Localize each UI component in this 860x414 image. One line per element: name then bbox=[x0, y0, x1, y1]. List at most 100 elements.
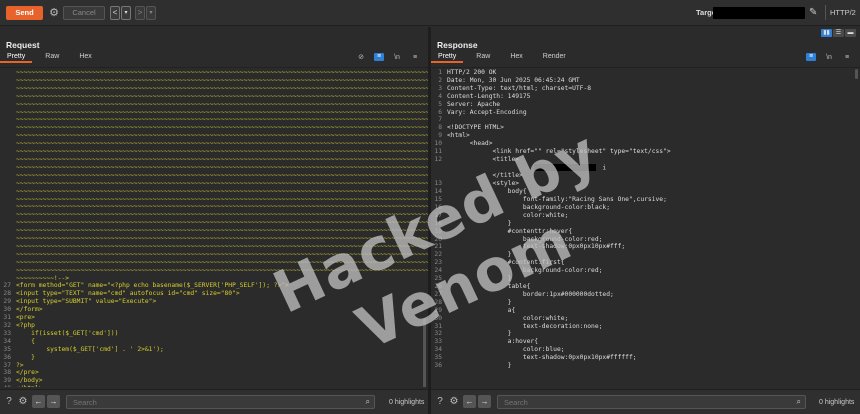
code-text: ~~~~~~~~~~~~~~~~~~~~~~~~~~~~~~~~~~~~~~~~… bbox=[16, 195, 428, 203]
line-number: 12 bbox=[434, 155, 442, 163]
code-line: 14 body{ bbox=[431, 188, 671, 196]
code-text: } bbox=[447, 251, 512, 259]
search-icon[interactable]: ⌕ bbox=[366, 397, 370, 407]
code-text: </body> bbox=[16, 377, 43, 385]
request-editor[interactable]: ~~~~~~~~~~~~~~~~~~~~~~~~~~~~~~~~~~~~~~~~… bbox=[0, 67, 428, 387]
code-text: ~~~~~~~~~~~~~~~~~~~~~~~~~~~~~~~~~~~~~~~~… bbox=[16, 116, 428, 124]
code-text: ~~~~~~~~~~~~~~~~~~~~~~~~~~~~~~~~~~~~~~~~… bbox=[16, 242, 428, 250]
code-text: ~~~~~~~~~~~~~~~~~~~~~~~~~~~~~~~~~~~~~~~~… bbox=[16, 108, 428, 116]
line-number: 37 bbox=[3, 361, 11, 369]
code-text: ~~~~~~~~~~~~~~~~~~~~~~~~~~~~~~~~~~~~~~~~… bbox=[16, 163, 428, 171]
code-text: a{ bbox=[447, 306, 516, 314]
code-line: ~~~~~~~~~~~~~~~~~~~~~~~~~~~~~~~~~~~~~~~~… bbox=[0, 267, 428, 275]
response-code[interactable]: 1 HTTP/2 200 OK 2 Date: Mon, 30 Jun 2025 06… bbox=[431, 69, 671, 370]
request-pane: Request Pretty Raw Hex ⊘ ≡ \n ≡ ~~~~~~~~… bbox=[0, 27, 428, 387]
code-line: 26 table{ bbox=[431, 283, 671, 291]
back-dropdown[interactable]: ▾ bbox=[121, 6, 131, 20]
menu-icon[interactable]: ≡ bbox=[410, 54, 420, 61]
code-line: 30 color:white; bbox=[431, 315, 671, 323]
search-input-wrap: ⌕ bbox=[66, 395, 375, 409]
request-code[interactable]: ~~~~~~~~~~~~~~~~~~~~~~~~~~~~~~~~~~~~~~~~… bbox=[0, 69, 428, 387]
forward-button[interactable]: > bbox=[135, 6, 145, 20]
line-number: 40 bbox=[0, 385, 11, 387]
back-button[interactable]: < bbox=[110, 6, 120, 20]
code-line: 36 } bbox=[431, 362, 671, 370]
http-version[interactable]: HTTP/2 bbox=[830, 8, 856, 17]
pencil-icon[interactable]: ✎ bbox=[809, 6, 821, 19]
split-horizontal-icon[interactable]: ☰ bbox=[833, 29, 844, 37]
response-editor[interactable]: 1 HTTP/2 200 OK 2 Date: Mon, 30 Jun 2025 06… bbox=[431, 67, 860, 387]
previous-arrow-icon[interactable]: ← bbox=[32, 395, 45, 408]
line-number: 33 bbox=[434, 338, 442, 346]
search-icon[interactable]: ⌕ bbox=[797, 397, 801, 407]
line-number: 10 bbox=[434, 140, 442, 148]
hide-icon[interactable]: ⊘ bbox=[356, 53, 366, 61]
code-text: ~~~~~~~~~~~~~~~~~~~~~~~~~~~~~~~~~~~~~~~~… bbox=[16, 227, 428, 235]
code-line: 34 color:blue; bbox=[431, 346, 671, 354]
split-vertical-icon[interactable]: ▮▮ bbox=[821, 29, 832, 37]
gear-icon[interactable]: ⚙ bbox=[48, 7, 60, 19]
help-icon[interactable]: ? bbox=[3, 396, 15, 408]
layout-toggles: ▮▮ ☰ ▬ bbox=[821, 29, 856, 37]
tab-pretty[interactable]: Pretty bbox=[431, 51, 464, 63]
line-number: 24 bbox=[434, 267, 442, 275]
tab-raw[interactable]: Raw bbox=[469, 51, 497, 63]
newline-icon[interactable]: \n bbox=[824, 54, 834, 61]
code-line: 7 bbox=[431, 116, 671, 124]
single-pane-icon[interactable]: ▬ bbox=[845, 29, 856, 37]
code-line: 32 <?php bbox=[0, 322, 428, 330]
code-line: ~~~~~~~~~~~~~~~~~~~~~~~~~~~~~~~~~~~~~~~~… bbox=[0, 164, 428, 172]
tab-raw[interactable]: Raw bbox=[38, 51, 66, 63]
tab-pretty[interactable]: Pretty bbox=[0, 51, 33, 63]
gear-icon[interactable]: ⚙ bbox=[17, 396, 29, 408]
line-number: 35 bbox=[3, 345, 11, 353]
code-line: ~~~~~~~~~~~~~~~~~~~~~~~~~~~~~~~~~~~~~~~~… bbox=[0, 180, 428, 188]
request-tools: ⊘ ≡ \n ≡ bbox=[356, 53, 420, 61]
code-text: <input type="TEXT" name="cmd" autofocus … bbox=[16, 290, 240, 298]
line-number: 29 bbox=[434, 306, 442, 314]
code-text: font-family:"Racing Sans One",cursive; bbox=[447, 196, 667, 203]
code-text: text-shadow:0px0px10px#ffffff; bbox=[447, 354, 637, 362]
tab-render[interactable]: Render bbox=[536, 51, 573, 63]
code-text: ~~~~~~~~~~~~~~~~~~~~~~~~~~~~~~~~~~~~~~~~… bbox=[16, 250, 428, 258]
code-text: <!DOCTYPE HTML> bbox=[447, 124, 504, 132]
next-arrow-icon[interactable]: → bbox=[47, 395, 60, 408]
line-number: 11 bbox=[434, 148, 442, 156]
wrap-icon[interactable]: ≡ bbox=[806, 53, 816, 61]
request-scrollbar[interactable] bbox=[423, 318, 426, 387]
line-number: 33 bbox=[3, 329, 11, 337]
cancel-button[interactable]: Cancel bbox=[63, 6, 105, 20]
search-input[interactable] bbox=[67, 396, 347, 408]
code-text: Content-Length: 149175 bbox=[447, 92, 531, 100]
tab-hex[interactable]: Hex bbox=[503, 51, 529, 63]
line-number: 35 bbox=[434, 354, 442, 362]
code-text: </title> bbox=[447, 172, 523, 180]
gear-icon[interactable]: ⚙ bbox=[448, 396, 460, 408]
line-number: 23 bbox=[434, 259, 442, 267]
code-text: } bbox=[16, 353, 35, 361]
code-text: </form> bbox=[16, 306, 43, 314]
code-line: 22 } bbox=[431, 251, 671, 259]
redacted-block bbox=[534, 163, 597, 171]
line-number: 38 bbox=[3, 369, 11, 377]
response-scrollbar[interactable] bbox=[855, 69, 858, 79]
help-icon[interactable]: ? bbox=[434, 396, 446, 408]
next-arrow-icon[interactable]: → bbox=[478, 395, 491, 408]
menu-icon[interactable]: ≡ bbox=[842, 54, 852, 61]
line-number: 1 bbox=[438, 69, 442, 76]
target-field[interactable] bbox=[713, 7, 805, 19]
line-number: 9 bbox=[438, 132, 442, 140]
divider bbox=[825, 5, 826, 20]
previous-arrow-icon[interactable]: ← bbox=[463, 395, 476, 408]
wrap-icon[interactable]: ≡ bbox=[374, 53, 384, 61]
send-button[interactable]: Send bbox=[6, 6, 43, 20]
search-input[interactable] bbox=[498, 396, 778, 408]
tab-hex[interactable]: Hex bbox=[72, 51, 98, 63]
forward-dropdown[interactable]: ▾ bbox=[146, 6, 156, 20]
line-number: 6 bbox=[438, 108, 442, 116]
code-line: 17 color:white; bbox=[431, 212, 671, 220]
newline-icon[interactable]: \n bbox=[392, 54, 402, 61]
line-number: 29 bbox=[3, 298, 11, 306]
code-line: 2 Date: Mon, 30 Jun 2025 06:45:24 GMT bbox=[431, 77, 671, 85]
code-line: 6 Vary: Accept-Encoding bbox=[431, 109, 671, 117]
